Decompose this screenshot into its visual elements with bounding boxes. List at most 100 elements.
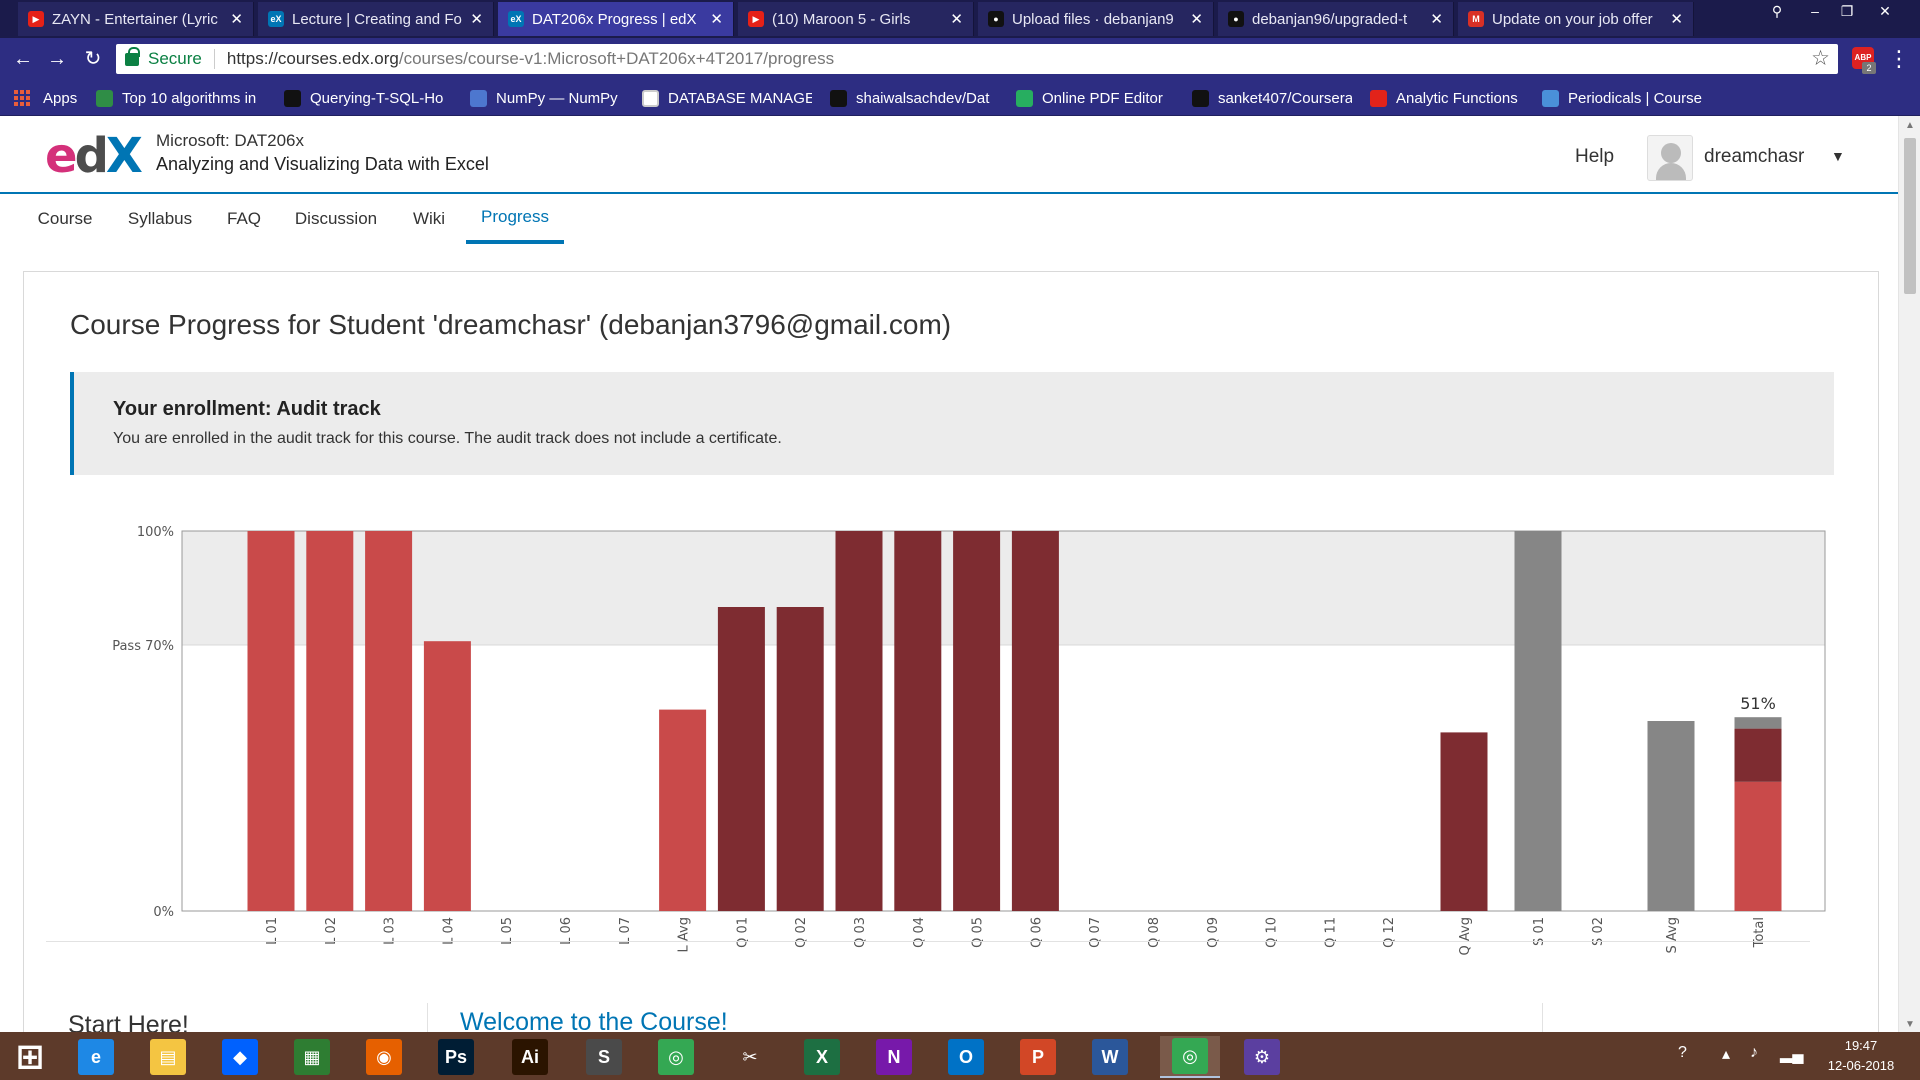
x-tick-label: Q 03	[853, 917, 868, 948]
taskbar-app[interactable]: ▤	[138, 1036, 198, 1078]
edx-logo[interactable]: edX	[45, 132, 143, 180]
volume-icon[interactable]: ♪	[1750, 1044, 1758, 1062]
bookmark-label: Periodicals | Course	[1568, 89, 1702, 107]
forward-arrow-icon[interactable]: →	[44, 46, 70, 72]
taskbar-app[interactable]: ◎	[1160, 1036, 1220, 1078]
restore-button[interactable]: ❐	[1832, 0, 1862, 22]
taskbar-app[interactable]: Ps	[426, 1036, 486, 1078]
taskbar-app[interactable]: ▦	[282, 1036, 342, 1078]
bookmark-item[interactable]: Online PDF Editor	[1016, 88, 1176, 108]
close-tab-icon[interactable]: ✕	[1430, 10, 1443, 28]
welcome-link[interactable]: Welcome to the Course!	[460, 1008, 728, 1032]
browser-tab[interactable]: eX DAT206x Progress | edX ✕	[498, 2, 734, 36]
tab-faq[interactable]: FAQ	[227, 194, 261, 244]
close-tab-icon[interactable]: ✕	[710, 10, 723, 28]
taskbar-app[interactable]: ✂	[720, 1036, 780, 1078]
avatar[interactable]	[1647, 135, 1693, 181]
browser-tab[interactable]: ▶ (10) Maroon 5 - Girls ✕	[738, 2, 974, 36]
network-icon[interactable]: ▂▄	[1780, 1044, 1804, 1064]
lock-icon	[125, 46, 140, 66]
bookmark-item[interactable]: Analytic Functions	[1370, 88, 1530, 108]
bookmark-item[interactable]: shaiwalsachdev/Dat	[830, 88, 1000, 108]
course-name: Analyzing and Visualizing Data with Exce…	[156, 154, 489, 174]
bar	[835, 531, 883, 911]
taskbar-app[interactable]: e	[66, 1036, 126, 1078]
enrollment-notice: Your enrollment: Audit track You are enr…	[70, 372, 1834, 475]
taskbar-clock[interactable]: 19:47 12-06-2018	[1816, 1036, 1906, 1076]
tab-progress[interactable]: Progress	[466, 194, 564, 244]
browser-tab-title: (10) Maroon 5 - Girls	[772, 10, 911, 28]
username[interactable]: dreamchasr	[1704, 146, 1804, 168]
user-menu[interactable]: dreamchasr ▼	[1647, 135, 1847, 181]
page-scrollbar[interactable]: ▲ ▼	[1898, 116, 1920, 1032]
taskbar-app[interactable]: S	[574, 1036, 634, 1078]
browser-tab-title: Upload files · debanjan9	[1012, 10, 1174, 28]
taskbar-app[interactable]: ◎	[646, 1036, 706, 1078]
close-tab-icon[interactable]: ✕	[230, 10, 243, 28]
tray-expand-icon[interactable]: ▴	[1722, 1044, 1730, 1064]
help-link[interactable]: Help	[1575, 146, 1614, 168]
taskbar-app[interactable]: X	[792, 1036, 852, 1078]
excel-icon: X	[804, 1039, 840, 1075]
bookmark-star-icon[interactable]: ☆	[1811, 46, 1830, 71]
tab-discussion[interactable]: Discussion	[295, 194, 377, 244]
taskbar-app[interactable]: W	[1080, 1036, 1140, 1078]
y-tick-label: 0%	[153, 905, 174, 920]
taskbar-app[interactable]: O	[936, 1036, 996, 1078]
bookmark-item[interactable]: Periodicals | Course	[1542, 88, 1712, 108]
bar	[306, 531, 354, 911]
browser-tab[interactable]: M Update on your job offer ✕	[1458, 2, 1694, 36]
browser-tab[interactable]: ● debanjan96/upgraded-t ✕	[1218, 2, 1454, 36]
help-tray-icon[interactable]: ?	[1678, 1044, 1687, 1062]
caret-down-icon[interactable]: ▼	[1831, 148, 1845, 164]
browser-tab-title: debanjan96/upgraded-t	[1252, 10, 1408, 28]
browser-tab-strip: ⚲ – ❐ ✕ ▶ ZAYN - Entertainer (Lyric ✕ eX Lec…	[0, 0, 1920, 38]
scroll-up-icon[interactable]: ▲	[1905, 120, 1915, 131]
site-header: edX Microsoft: DAT206x Analyzing and Vis…	[0, 116, 1898, 194]
taskbar-app[interactable]: ◉	[354, 1036, 414, 1078]
browser-tab[interactable]: ▶ ZAYN - Entertainer (Lyric ✕	[18, 2, 254, 36]
bar	[247, 531, 295, 911]
y-tick-label: Pass 70%	[112, 639, 174, 654]
close-tab-icon[interactable]: ✕	[950, 10, 963, 28]
bookmark-item[interactable]: NumPy — NumPy	[470, 88, 630, 108]
y-tick-label: 100%	[137, 525, 174, 540]
back-arrow-icon[interactable]: ←	[10, 46, 36, 72]
x-tick-label: Q Avg	[1458, 917, 1473, 955]
browser-tab-title: Lecture | Creating and Fo	[292, 10, 462, 28]
taskbar-app[interactable]: ⚙	[1232, 1036, 1292, 1078]
bookmark-item[interactable]: Querying-T-SQL-Ho	[284, 88, 454, 108]
browser-tab[interactable]: eX Lecture | Creating and Fo ✕	[258, 2, 494, 36]
bar	[776, 607, 824, 911]
taskbar-app[interactable]: N	[864, 1036, 924, 1078]
bookmark-apps[interactable]: Apps	[14, 88, 84, 108]
scroll-thumb[interactable]	[1904, 138, 1916, 294]
x-tick-label: Total	[1752, 917, 1767, 948]
browser-tab-title: Update on your job offer	[1492, 10, 1653, 28]
bar-total-segment	[1734, 728, 1782, 782]
close-tab-icon[interactable]: ✕	[1190, 10, 1203, 28]
reload-icon[interactable]: ↻	[80, 46, 106, 72]
taskbar-app[interactable]: P	[1008, 1036, 1068, 1078]
close-tab-icon[interactable]: ✕	[1670, 10, 1683, 28]
youtube-icon: ▶	[28, 11, 44, 27]
browser-menu-icon[interactable]: ⋮	[1888, 46, 1910, 72]
tab-course[interactable]: Course	[38, 194, 93, 244]
tab-syllabus[interactable]: Syllabus	[128, 194, 192, 244]
address-bar[interactable]: Secure https://courses.edx.org /courses/…	[116, 44, 1838, 74]
bookmark-item[interactable]: Top 10 algorithms in	[96, 88, 266, 108]
profile-icon[interactable]: ⚲	[1762, 0, 1792, 22]
browser-tab[interactable]: ● Upload files · debanjan9 ✕	[978, 2, 1214, 36]
taskbar-app[interactable]: ◆	[210, 1036, 270, 1078]
taskbar-app[interactable]: ⊞	[0, 1036, 60, 1078]
close-window-button[interactable]: ✕	[1870, 0, 1900, 22]
taskbar-app[interactable]: Ai	[500, 1036, 560, 1078]
x-tick-label: L Avg	[677, 917, 692, 952]
close-tab-icon[interactable]: ✕	[470, 10, 483, 28]
scroll-down-icon[interactable]: ▼	[1905, 1019, 1915, 1030]
tab-wiki[interactable]: Wiki	[412, 194, 446, 244]
minimize-button[interactable]: –	[1800, 0, 1830, 22]
bookmark-item[interactable]: DATABASE MANAGE	[642, 88, 812, 108]
dropbox-icon: ◆	[222, 1039, 258, 1075]
bookmark-item[interactable]: sanket407/Coursera	[1192, 88, 1352, 108]
